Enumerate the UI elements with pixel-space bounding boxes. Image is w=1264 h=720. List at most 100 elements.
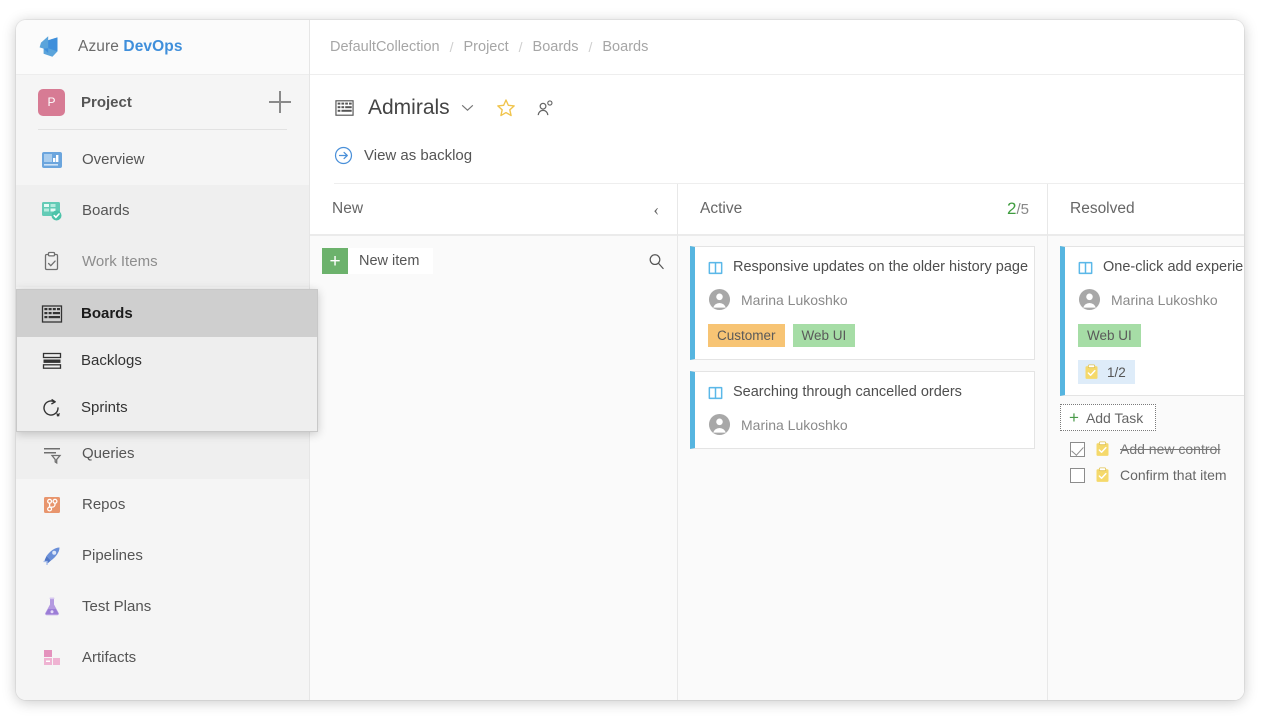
submenu-item-backlogs[interactable]: Backlogs <box>17 337 317 384</box>
board-card[interactable]: One-click add experience Marina Lukoshko <box>1060 246 1244 396</box>
assignee-name: Marina Lukoshko <box>741 292 848 308</box>
project-avatar: P <box>38 89 65 116</box>
sidebar-item-label: Overview <box>82 151 145 168</box>
add-task-label: Add Task <box>1086 410 1143 426</box>
assignee-name: Marina Lukoshko <box>1111 292 1218 308</box>
column-body-new: + New item <box>310 236 677 700</box>
work-items-icon <box>38 248 66 276</box>
sidebar-item-pipelines[interactable]: Pipelines <box>16 530 309 581</box>
tag[interactable]: Web UI <box>1078 324 1141 347</box>
board-grid-icon <box>39 301 65 327</box>
page-title: Admirals <box>368 96 450 120</box>
task-checkbox[interactable] <box>1070 468 1085 483</box>
card-title-row: Responsive updates on the older history … <box>708 259 1020 276</box>
card-title: Searching through cancelled orders <box>733 384 962 401</box>
task-title: Confirm that item <box>1120 467 1227 483</box>
column-header-resolved: Resolved <box>1048 184 1244 236</box>
backlog-icon <box>39 348 65 374</box>
tag[interactable]: Web UI <box>793 324 856 347</box>
sidebar-item-artifacts[interactable]: Artifacts <box>16 632 309 683</box>
team-members-icon[interactable] <box>536 99 555 118</box>
column-header-new: New ‹ <box>310 184 677 236</box>
breadcrumb-item-collection[interactable]: DefaultCollection <box>320 39 450 55</box>
sidebar-item-work-items[interactable]: Work Items <box>16 236 309 287</box>
task-section: + Add Task Add new control <box>1060 402 1244 483</box>
submenu-item-sprints[interactable]: Sprints <box>17 384 317 431</box>
column-title: Active <box>700 200 1007 218</box>
card-assignee: Marina Lukoshko <box>708 413 1020 436</box>
wip-limit: 2/5 <box>1007 199 1029 219</box>
sprints-icon <box>39 395 65 421</box>
sidebar-item-overview[interactable]: Overview <box>16 134 309 185</box>
new-item-row: + New item <box>322 246 665 276</box>
sidebar-item-test-plans[interactable]: Test Plans <box>16 581 309 632</box>
brand-prefix: Azure <box>78 38 123 55</box>
plus-icon: + <box>322 248 348 274</box>
card-assignee: Marina Lukoshko <box>708 288 1020 311</box>
sidebar: Azure DevOps P Project Ove <box>16 20 310 700</box>
pipelines-icon <box>38 542 66 570</box>
column-header-active: Active 2/5 <box>678 184 1047 236</box>
task-count-badge[interactable]: 1/2 <box>1078 360 1135 384</box>
avatar-icon <box>1078 288 1101 311</box>
product-backlog-item-icon <box>708 261 723 275</box>
board-column-active: Active 2/5 Responsive update <box>678 184 1048 700</box>
sidebar-item-queries[interactable]: Queries <box>16 428 309 479</box>
product-backlog-item-icon <box>708 386 723 400</box>
arrow-circle-right-icon <box>334 146 353 165</box>
task-icon <box>1095 467 1110 483</box>
submenu-item-label: Backlogs <box>81 352 142 369</box>
assignee-name: Marina Lukoshko <box>741 417 848 433</box>
card-title: Responsive updates on the older history … <box>733 259 1028 276</box>
breadcrumb: DefaultCollection / Project / Boards / B… <box>310 20 1244 75</box>
sidebar-item-label: Work Items <box>82 253 158 270</box>
board-card[interactable]: Searching through cancelled orders Marin… <box>690 371 1035 449</box>
sidebar-item-boards[interactable]: Boards <box>16 185 309 236</box>
board-header: Admirals View as backlog <box>310 75 1244 184</box>
task-count: 1/2 <box>1107 365 1126 380</box>
project-row[interactable]: P Project <box>16 75 309 129</box>
chevron-left-icon[interactable]: ‹ <box>653 201 659 218</box>
search-icon[interactable] <box>648 253 665 270</box>
wip-max: /5 <box>1016 201 1029 218</box>
breadcrumb-item-boards-page[interactable]: Boards <box>592 39 658 55</box>
sidebar-item-label: Boards <box>82 202 130 219</box>
boards-icon <box>38 197 66 225</box>
repos-icon <box>38 491 66 519</box>
view-as-backlog-link[interactable]: View as backlog <box>334 135 1244 175</box>
new-item-button[interactable]: + New item <box>322 248 433 274</box>
board-column-new: New ‹ + New item <box>310 184 678 700</box>
queries-icon <box>38 440 66 468</box>
plus-icon: + <box>1069 409 1079 426</box>
submenu-item-label: Boards <box>81 305 133 322</box>
card-title-row: Searching through cancelled orders <box>708 384 1020 401</box>
task-list-item[interactable]: Add new control <box>1060 441 1244 457</box>
plus-icon[interactable] <box>269 91 291 113</box>
card-tags: Web UI <box>1078 324 1244 347</box>
breadcrumb-item-project[interactable]: Project <box>454 39 519 55</box>
card-title-row: One-click add experience <box>1078 259 1244 276</box>
task-title: Add new control <box>1120 441 1220 457</box>
star-icon[interactable] <box>496 98 516 118</box>
task-list-item[interactable]: Confirm that item <box>1060 467 1244 483</box>
sidebar-item-label: Repos <box>82 496 125 513</box>
main-content: DefaultCollection / Project / Boards / B… <box>310 20 1244 700</box>
project-name: Project <box>81 94 269 111</box>
submenu-item-boards[interactable]: Boards <box>17 290 317 337</box>
task-icon <box>1095 441 1110 457</box>
chevron-down-icon[interactable] <box>461 104 474 112</box>
column-body-active: Responsive updates on the older history … <box>678 236 1047 700</box>
task-checkbox[interactable] <box>1070 442 1085 457</box>
sidebar-item-label: Test Plans <box>82 598 151 615</box>
add-task-button[interactable]: + Add Task <box>1060 404 1156 431</box>
overview-icon <box>38 146 66 174</box>
board-card[interactable]: Responsive updates on the older history … <box>690 246 1035 360</box>
sidebar-item-label: Pipelines <box>82 547 143 564</box>
brand-suffix: DevOps <box>123 38 182 55</box>
tag[interactable]: Customer <box>708 324 785 347</box>
breadcrumb-item-boards[interactable]: Boards <box>523 39 589 55</box>
brand-header[interactable]: Azure DevOps <box>16 20 309 75</box>
sidebar-item-repos[interactable]: Repos <box>16 479 309 530</box>
artifacts-icon <box>38 644 66 672</box>
column-body-resolved: One-click add experience Marina Lukoshko <box>1048 236 1244 700</box>
